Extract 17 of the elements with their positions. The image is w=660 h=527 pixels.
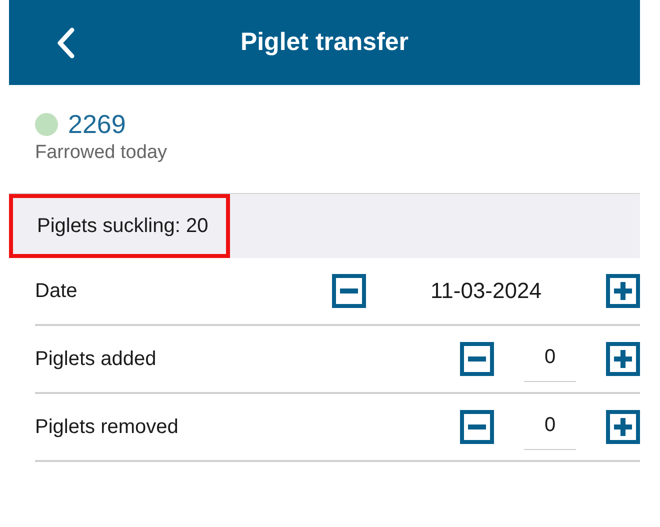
sow-status: Farrowed today <box>35 142 168 164</box>
date-value: 11-03-2024 <box>430 278 542 304</box>
minus-button[interactable] <box>460 342 494 376</box>
minus-button[interactable] <box>332 274 366 308</box>
sow-number[interactable]: 2269 <box>68 109 126 140</box>
plus-button[interactable] <box>606 274 640 308</box>
row-label: Date <box>35 280 78 302</box>
count-field[interactable]: 0 <box>524 414 576 450</box>
minus-button[interactable] <box>460 410 494 444</box>
count-field[interactable]: 0 <box>524 346 576 382</box>
plus-button[interactable] <box>606 410 640 444</box>
screen-title: Piglet transfer <box>239 28 410 57</box>
row-label: Piglets added <box>35 348 156 370</box>
plus-button[interactable] <box>606 342 640 376</box>
piglets-suckling-count: Piglets suckling: 20 <box>9 194 230 258</box>
row-label: Piglets removed <box>35 416 178 438</box>
back-icon[interactable] <box>56 26 76 58</box>
